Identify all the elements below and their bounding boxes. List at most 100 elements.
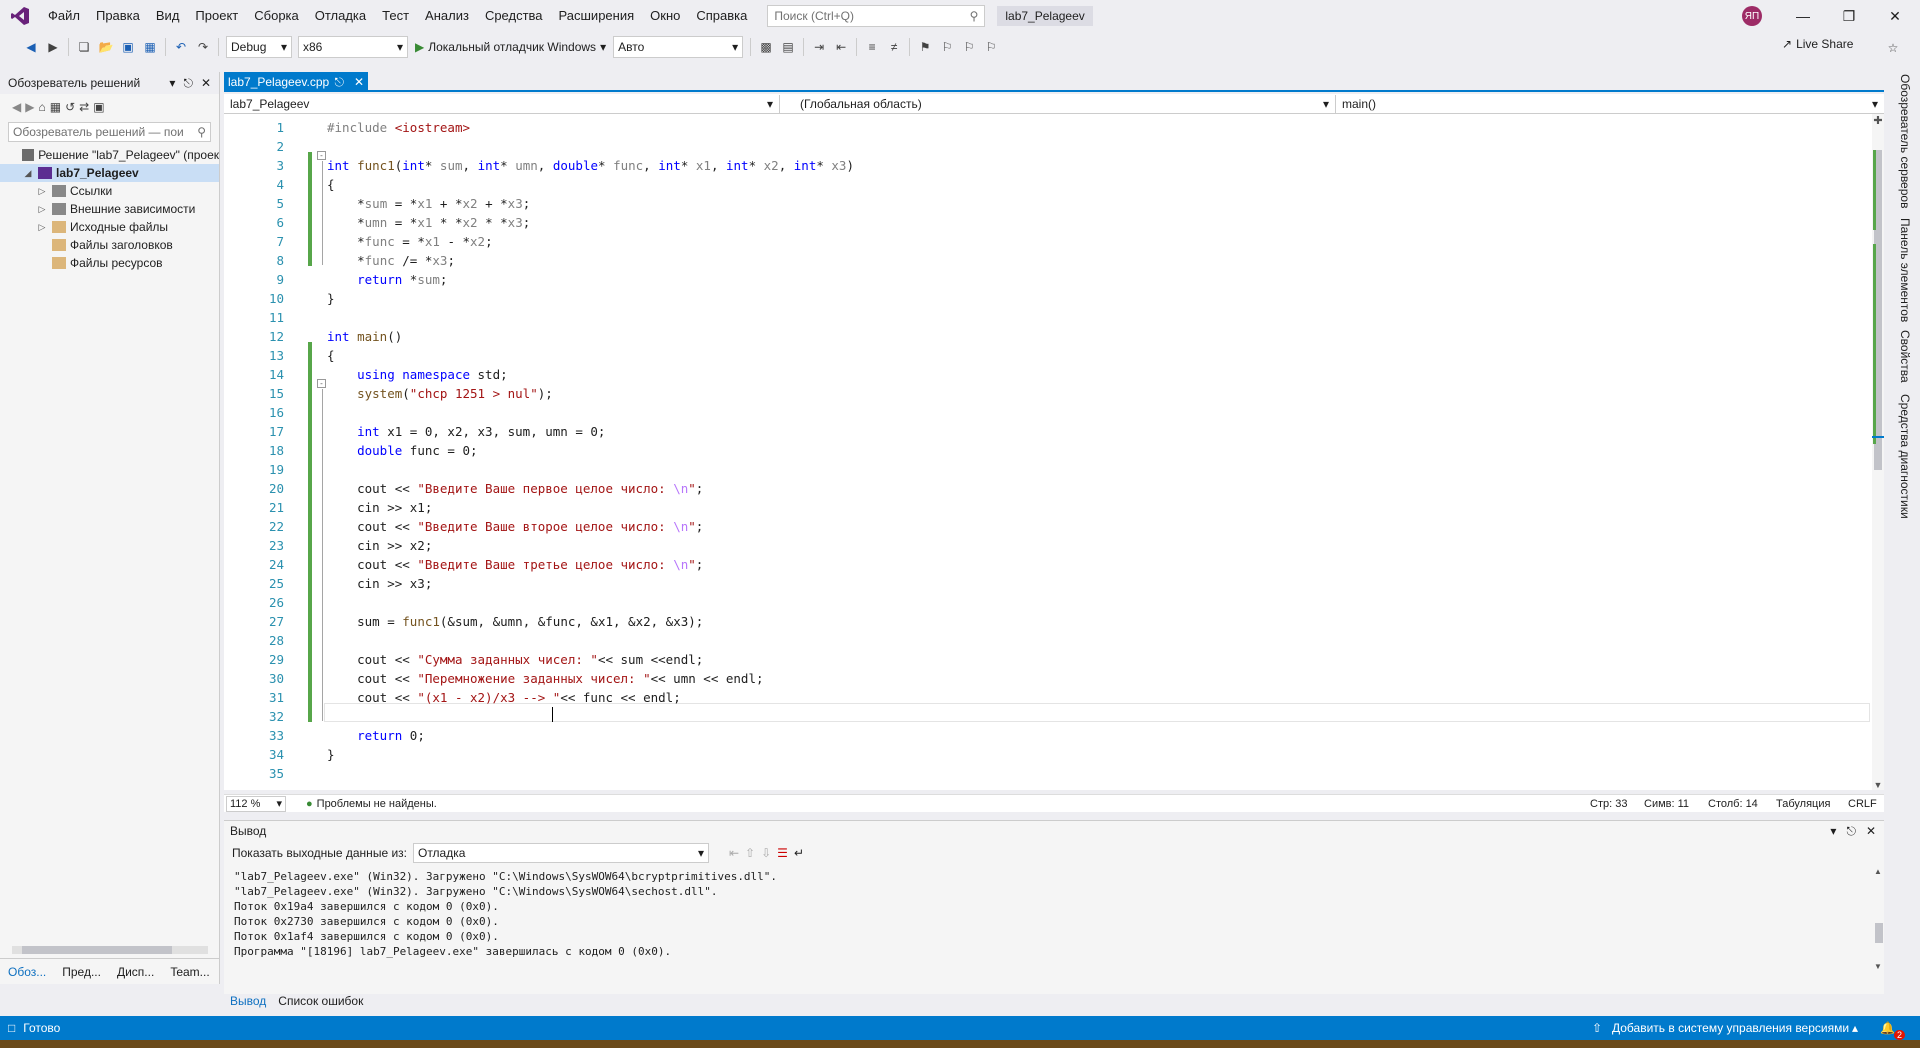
eol-indicator[interactable]: CRLF xyxy=(1848,798,1877,810)
chevron-down-icon[interactable]: ▾ xyxy=(169,76,175,91)
word-wrap-icon[interactable]: ↵ xyxy=(794,846,804,860)
solution-search-input[interactable]: Обозреватель решений — пои ⚲ xyxy=(8,122,211,142)
vcs-button[interactable]: Добавить в систему управления версиями xyxy=(1612,1021,1849,1035)
code-line[interactable]: 19 xyxy=(224,460,1874,479)
code-line[interactable]: 3 int func1(int* sum, int* umn, double* f… xyxy=(224,156,1874,175)
code-line[interactable]: 2 xyxy=(224,137,1874,156)
chevron-down-icon[interactable]: ▾ xyxy=(1830,824,1836,839)
code-line[interactable]: 24 cout << "Введите Ваше третье целое чи… xyxy=(224,555,1874,574)
code-line[interactable]: 13 { xyxy=(224,346,1874,365)
chevron-up-icon[interactable]: ▴ xyxy=(1852,1021,1858,1035)
start-debugging-button[interactable]: ▶ Локальный отладчик Windows ▾ xyxy=(411,40,610,54)
tree-item[interactable]: Решение "lab7_Pelageev" (проек xyxy=(0,146,219,164)
code-line[interactable]: 5 *sum = *x1 + *x2 + *x3; xyxy=(224,194,1874,213)
forward-icon[interactable]: ▶ xyxy=(42,36,64,58)
back-icon[interactable]: ◀ xyxy=(20,36,42,58)
menu-item[interactable]: Проект xyxy=(187,0,246,32)
code-line[interactable]: 18 double func = 0; xyxy=(224,441,1874,460)
solution-panel-tab[interactable]: Team... xyxy=(162,965,217,979)
code-line[interactable]: 23 cin >> x2; xyxy=(224,536,1874,555)
code-line[interactable]: 27 sum = func1(&sum, &umn, &func, &x1, &… xyxy=(224,612,1874,631)
search-box[interactable]: Поиск (Ctrl+Q) ⚲ xyxy=(767,5,986,27)
code-line[interactable]: 20 cout << "Введите Ваше первое целое чи… xyxy=(224,479,1874,498)
tree-item[interactable]: ▷ Ссылки xyxy=(0,182,219,200)
expand-arrow-icon[interactable]: ▷ xyxy=(36,222,48,233)
solution-panel-tab[interactable]: Пред... xyxy=(54,965,109,979)
tree-item[interactable]: ▷ Внешние зависимости xyxy=(0,200,219,218)
output-source-select[interactable]: Отладка ▾ xyxy=(412,843,709,863)
step-icon[interactable]: ⇥ xyxy=(808,36,830,58)
step-over-icon[interactable]: ⇤ xyxy=(830,36,852,58)
horizontal-scrollbar[interactable] xyxy=(12,946,208,954)
prev-bookmark-icon[interactable]: ⚐ xyxy=(936,36,958,58)
code-line[interactable]: 16 xyxy=(224,403,1874,422)
switch-views-icon[interactable]: ▦ xyxy=(50,100,61,114)
menu-item[interactable]: Тест xyxy=(374,0,417,32)
bookmark-icon[interactable]: ⚑ xyxy=(914,36,936,58)
close-icon[interactable]: ✕ xyxy=(1866,824,1876,839)
editor-vertical-scrollbar[interactable]: ✚ ▼ xyxy=(1872,114,1884,790)
tab-properties[interactable]: Свойства xyxy=(1898,330,1912,383)
notifications-icon[interactable]: 🔔 xyxy=(1880,1021,1895,1035)
clear-all-icon[interactable]: ☰ xyxy=(777,846,788,860)
code-line[interactable]: 4{ xyxy=(224,175,1874,194)
code-line[interactable]: 31 cout << "(x1 - x2)/x3 --> "<< func <<… xyxy=(224,688,1874,707)
menu-item[interactable]: Справка xyxy=(688,0,755,32)
close-button[interactable]: ✕ xyxy=(1872,0,1918,32)
code-line[interactable]: 17 int x1 = 0, x2, x3, sum, umn = 0; xyxy=(224,422,1874,441)
pin-icon[interactable]: ⎋ xyxy=(334,75,344,90)
save-all-icon[interactable]: ▦ xyxy=(139,36,161,58)
tab-output[interactable]: Вывод xyxy=(224,994,272,1008)
tab-server-explorer[interactable]: Обозреватель серверов xyxy=(1898,74,1912,208)
code-line[interactable]: 10} xyxy=(224,289,1874,308)
scroll-down-icon[interactable]: ▼ xyxy=(1874,962,1882,971)
menu-item[interactable]: Средства xyxy=(477,0,551,32)
code-line[interactable]: 14 using namespace std; xyxy=(224,365,1874,384)
member-dropdown[interactable]: main() ▾ xyxy=(1336,95,1884,113)
forward-icon[interactable]: ▶ xyxy=(25,100,34,114)
find-in-files-icon[interactable]: ▩ xyxy=(755,36,777,58)
indent-icon[interactable]: ≡ xyxy=(861,36,883,58)
code-line[interactable]: 22 cout << "Введите Ваше второе целое чи… xyxy=(224,517,1874,536)
tree-item[interactable]: Файлы ресурсов xyxy=(0,254,219,272)
code-line[interactable]: 25 cin >> x3; xyxy=(224,574,1874,593)
close-icon[interactable]: ✕ xyxy=(201,76,211,91)
platform-select[interactable]: x86 ▾ xyxy=(298,36,408,58)
code-line[interactable]: 6 *umn = *x1 * *x2 * *x3; xyxy=(224,213,1874,232)
home-icon[interactable]: ⌂ xyxy=(38,100,45,114)
tab-toolbox[interactable]: Панель элементов xyxy=(1898,218,1912,322)
code-line[interactable]: 32 xyxy=(224,707,1874,726)
code-line[interactable]: 12 int main() xyxy=(224,327,1874,346)
code-line[interactable]: 34} xyxy=(224,745,1874,764)
output-text-area[interactable]: "lab7_Pelageev.exe" (Win32). Загружено "… xyxy=(230,867,1866,971)
menu-item[interactable]: Вид xyxy=(148,0,188,32)
expand-arrow-icon[interactable]: ▷ xyxy=(36,186,48,197)
tree-item[interactable]: Файлы заголовков xyxy=(0,236,219,254)
tree-item[interactable]: ▷ Исходные файлы xyxy=(0,218,219,236)
feedback-icon[interactable]: ☆ xyxy=(1882,37,1904,59)
next-bookmark-icon[interactable]: ⚐ xyxy=(958,36,980,58)
code-line[interactable]: 9 return *sum; xyxy=(224,270,1874,289)
collapse-all-icon[interactable]: ▣ xyxy=(93,100,104,114)
pin-icon[interactable]: ⎋ xyxy=(1846,824,1856,839)
code-editor[interactable]: - - 1 #include <iostream> 2 3 int func1(int*… xyxy=(224,114,1874,790)
scroll-up-icon[interactable]: ▲ xyxy=(1874,867,1882,876)
minimize-button[interactable]: — xyxy=(1780,0,1826,32)
screenshot-icon[interactable]: ▤ xyxy=(777,36,799,58)
back-icon[interactable]: ◀ xyxy=(12,100,21,114)
code-line[interactable]: 11 xyxy=(224,308,1874,327)
code-line[interactable]: 1 #include <iostream> xyxy=(224,118,1874,137)
code-line[interactable]: 26 xyxy=(224,593,1874,612)
avatar[interactable]: ЯП xyxy=(1742,6,1762,26)
live-share-button[interactable]: ↗ Live Share xyxy=(1782,37,1853,51)
menu-item[interactable]: Правка xyxy=(88,0,148,32)
prev-message-icon[interactable]: ⇧ xyxy=(745,846,755,860)
maximize-button[interactable]: ❐ xyxy=(1826,0,1872,32)
code-line[interactable]: 7 *func = *x1 - *x2; xyxy=(224,232,1874,251)
menu-item[interactable]: Файл xyxy=(40,0,88,32)
pending-changes-icon[interactable]: ↺ xyxy=(65,100,75,114)
tabs-indicator[interactable]: Табуляция xyxy=(1776,798,1830,810)
menu-item[interactable]: Сборка xyxy=(246,0,307,32)
new-project-icon[interactable]: ❏ xyxy=(73,36,95,58)
code-line[interactable]: 21 cin >> x1; xyxy=(224,498,1874,517)
